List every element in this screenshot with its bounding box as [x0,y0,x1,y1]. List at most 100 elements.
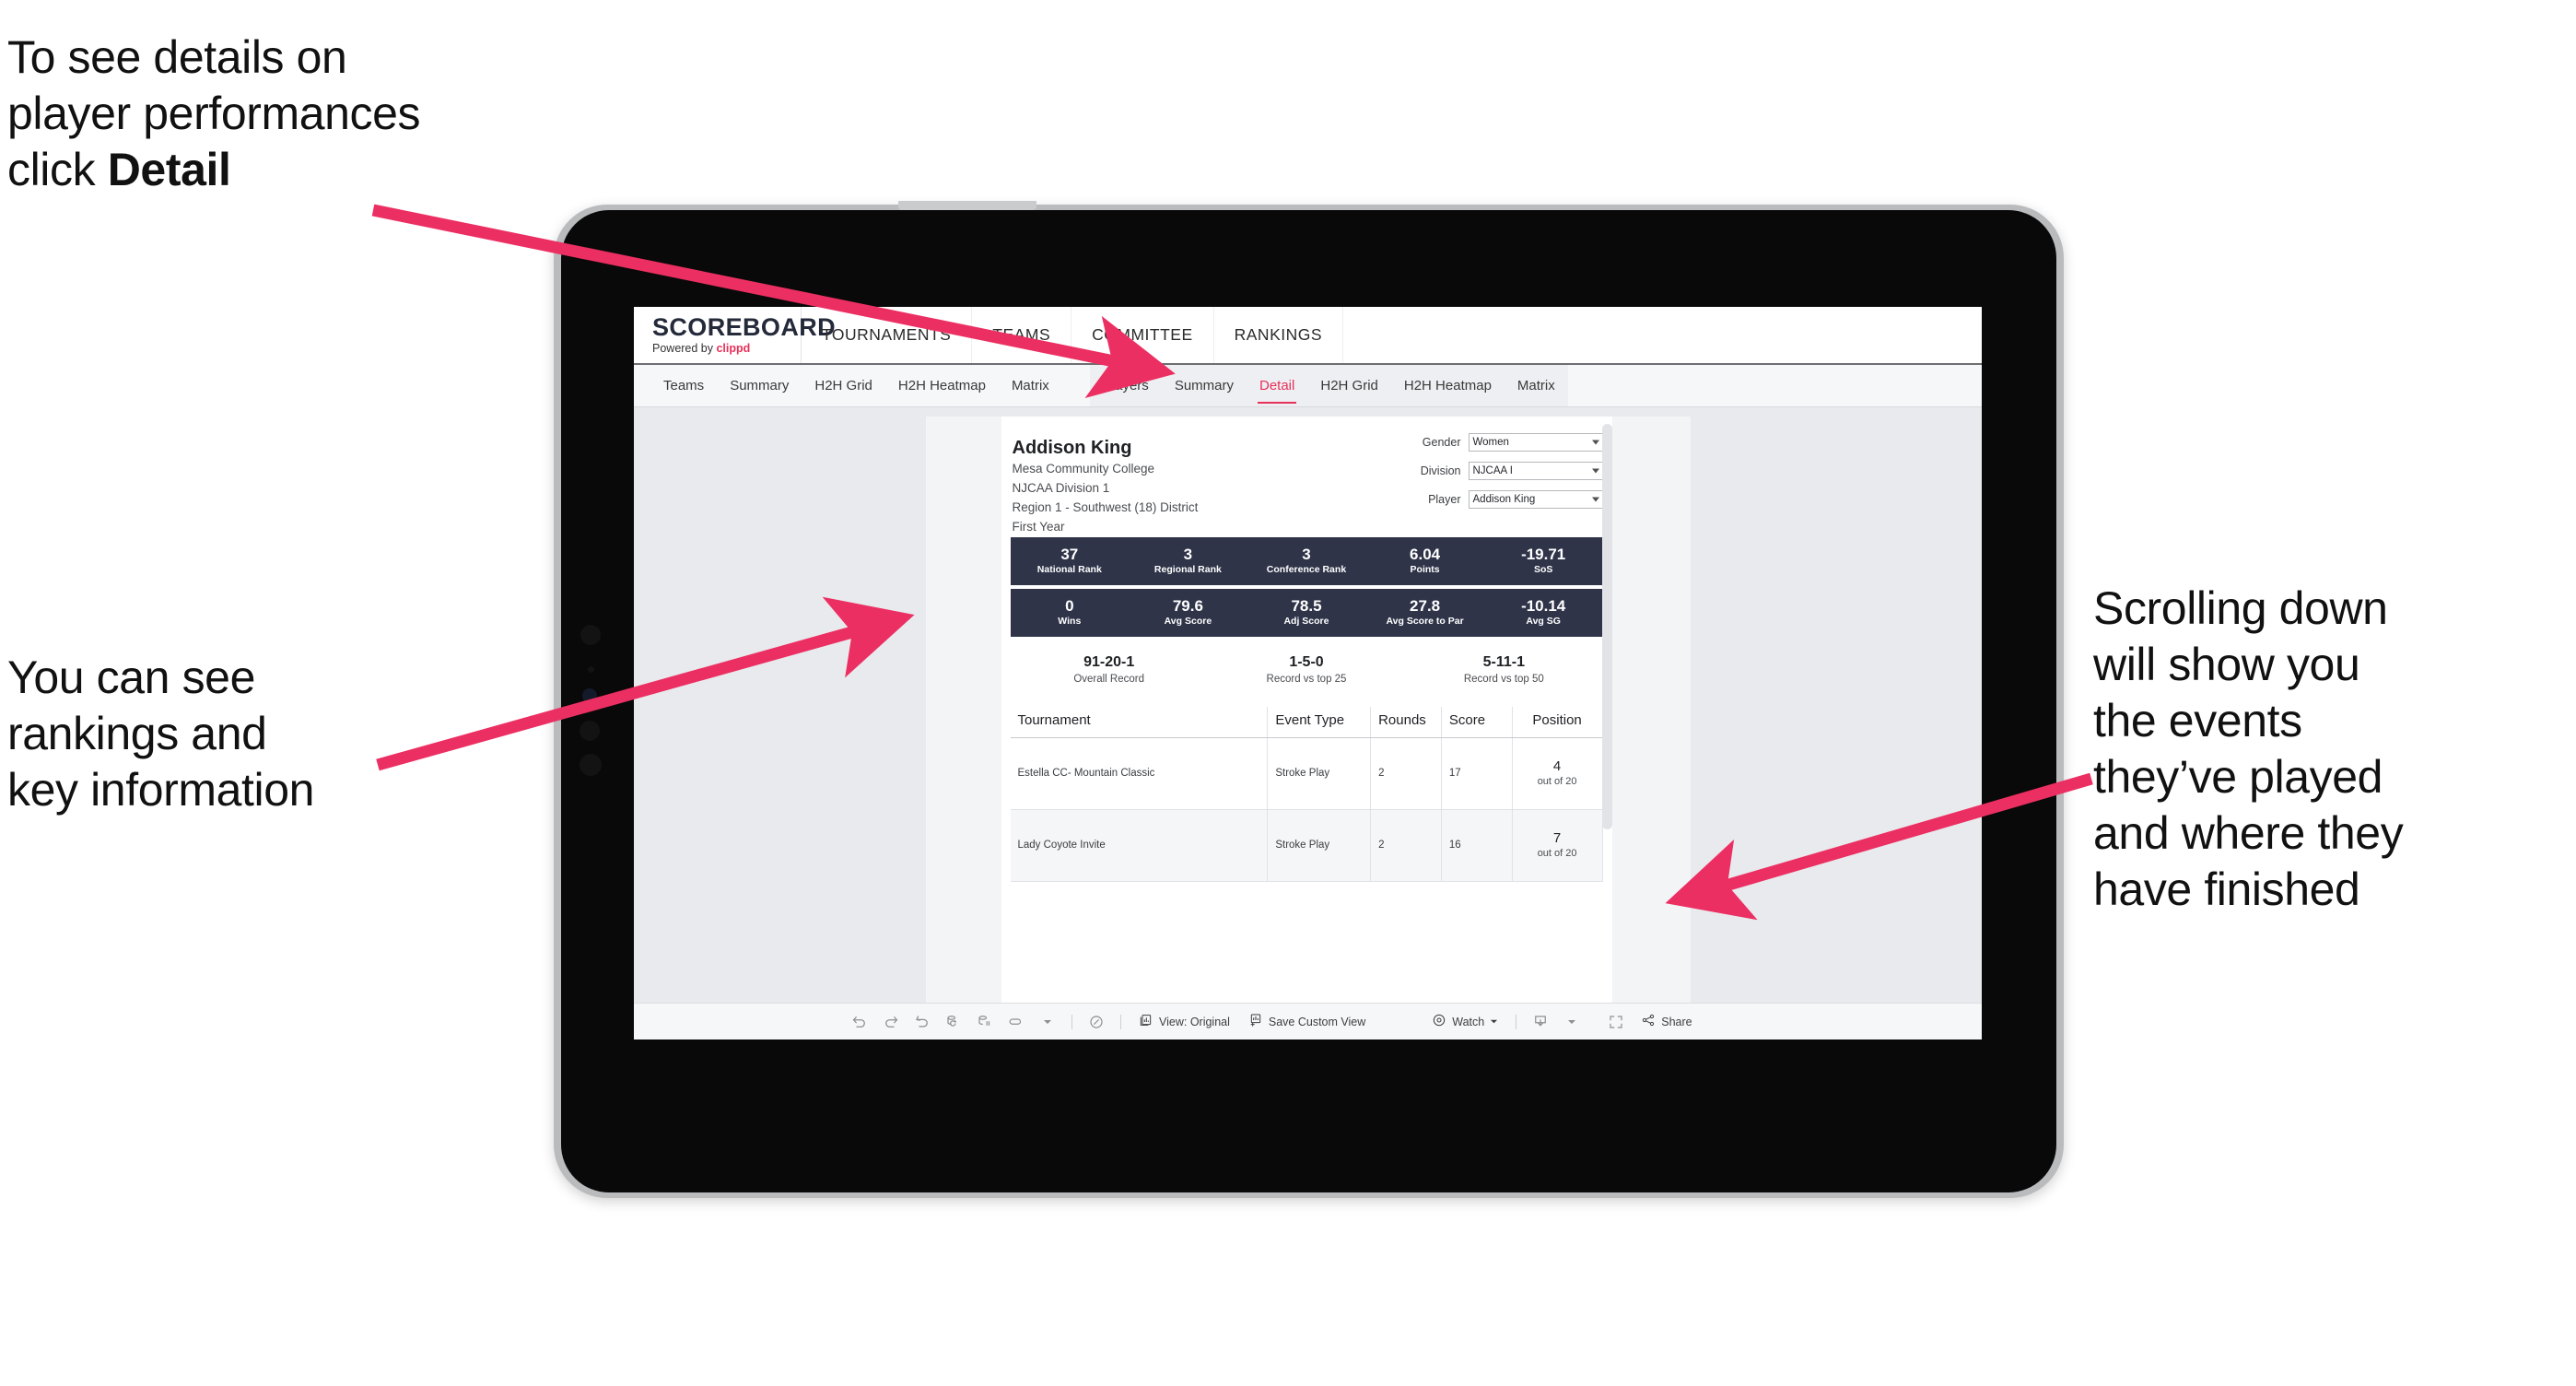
share-label: Share [1661,1015,1692,1028]
share-button[interactable]: Share [1632,1013,1701,1030]
records-row: 91-20-1 Overall Record 1-5-0 Record vs t… [1011,653,1603,687]
stat-label: Conference Rank [1266,563,1347,575]
chevron-down-icon[interactable] [1556,1006,1587,1038]
stat-value: 0 [1065,597,1074,616]
tab-players-h2h-grid[interactable]: H2H Grid [1307,365,1391,406]
revert-icon[interactable] [907,1006,938,1038]
stat-value: 78.5 [1291,597,1322,616]
position-value: 4 [1552,758,1562,775]
tab-players-h2h-heatmap[interactable]: H2H Heatmap [1391,365,1505,406]
stat-avg-score: 79.6 Avg Score [1129,597,1247,628]
watch-button[interactable]: Watch [1423,1013,1507,1030]
tablet-camera-dot [580,625,601,645]
share-icon [1641,1013,1656,1030]
top-nav-items: TOURNAMENTS TEAMS COMMITTEE RANKINGS [802,307,1344,363]
watch-label: Watch [1452,1015,1485,1028]
tab-teams-summary[interactable]: Summary [717,365,802,406]
tab-players[interactable]: Players [1090,365,1162,406]
undo-icon[interactable] [844,1006,875,1038]
tab-players-matrix[interactable]: Matrix [1505,365,1568,406]
stat-wins: 0 Wins [1011,597,1130,628]
view-original-label: View: Original [1159,1015,1230,1028]
download-icon[interactable] [1525,1006,1556,1038]
stat-national-rank: 37 National Rank [1011,546,1130,576]
tablet-top-notch [898,201,1036,210]
tab-teams-matrix[interactable]: Matrix [999,365,1062,406]
annotation-line: player performances [7,88,421,139]
chevron-down-icon[interactable] [1032,1006,1063,1038]
browser-viewport: SCOREBOARD Powered by clippd TOURNAMENTS… [634,307,1982,1040]
stat-regional-rank: 3 Regional Rank [1129,546,1247,576]
nav-item-committee[interactable]: COMMITTEE [1071,307,1214,363]
annotation-line: the events [2093,695,2302,746]
stat-points: 6.04 Points [1365,546,1484,576]
record-value: 5-11-1 [1482,653,1525,670]
gender-dropdown[interactable]: Women [1468,433,1605,452]
vertical-scrollbar[interactable] [1601,424,1612,829]
table-row[interactable]: Estella CC- Mountain Classic Stroke Play… [1010,737,1603,810]
scoreboard-logo[interactable]: SCOREBOARD Powered by clippd [634,307,836,363]
column-header-tournament[interactable]: Tournament [1010,706,1269,738]
record-overall: 91-20-1 Overall Record [1011,653,1208,687]
tab-teams-h2h-heatmap[interactable]: H2H Heatmap [885,365,999,406]
position-field-size: out of 20 [1537,848,1577,860]
cell-event-type: Stroke Play [1267,809,1372,882]
tab-players-summary[interactable]: Summary [1162,365,1247,406]
stat-value: 6.04 [1410,546,1441,564]
highlight-icon[interactable] [1081,1006,1112,1038]
view-original-button[interactable]: View: Original [1130,1013,1239,1030]
column-header-event-type[interactable]: Event Type [1267,706,1372,738]
table-header-row: Tournament Event Type Rounds Score Posit… [1010,706,1603,738]
tab-teams-h2h-grid[interactable]: H2H Grid [802,365,885,406]
stat-sos: -19.71 SoS [1484,546,1603,576]
stat-avg-sg: -10.14 Avg SG [1484,597,1603,628]
redo-icon[interactable] [875,1006,907,1038]
annotation-emphasis: Detail [107,144,231,195]
refresh-data-icon[interactable] [938,1006,969,1038]
watch-eye-icon [1432,1013,1446,1030]
tablet-sensor-dot [588,666,594,673]
logo-subtitle: Powered by clippd [652,343,801,355]
column-header-score[interactable]: Score [1441,706,1513,738]
annotation-line: will show you [2093,639,2360,690]
dashboard-area: Addison King Mesa Community College NJCA… [634,407,1982,1040]
annotation-line: key information [7,764,315,816]
pause-updates-icon[interactable] [969,1006,1001,1038]
stat-value: -19.71 [1521,546,1566,564]
nav-item-tournaments[interactable]: TOURNAMENTS [802,307,973,363]
player-dropdown[interactable]: Addison King [1468,490,1605,509]
stat-conference-rank: 3 Conference Rank [1247,546,1366,576]
cell-position: 4 out of 20 [1512,737,1603,810]
save-view-icon [1248,1013,1263,1030]
nav-item-teams[interactable]: TEAMS [972,307,1072,363]
clear-filters-icon[interactable] [1001,1006,1032,1038]
cell-rounds: 2 [1370,809,1442,882]
filter-division-label: Division [1420,464,1461,477]
sub-tab-group-players: Players Summary Detail H2H Grid H2H Heat… [1089,365,1568,406]
stats-row-primary: 37 National Rank 3 Regional Rank 3 Confe… [1010,536,1603,585]
stat-value: 79.6 [1172,597,1203,616]
toolbar-divider [1120,1014,1121,1029]
nav-item-rankings[interactable]: RANKINGS [1214,307,1344,363]
top-navigation-bar: SCOREBOARD Powered by clippd TOURNAMENTS… [634,307,1982,365]
sub-tab-group-teams: Teams Summary H2H Grid H2H Heatmap Matri… [650,365,1062,406]
fullscreen-icon[interactable] [1600,1006,1632,1038]
stat-adj-score: 78.5 Adj Score [1247,597,1366,628]
division-dropdown[interactable]: NJCAA I [1468,462,1605,480]
annotation-line: have finished [2093,863,2360,915]
logo-brand-name: clippd [716,342,751,356]
column-header-rounds[interactable]: Rounds [1370,706,1442,738]
column-header-position[interactable]: Position [1512,706,1603,738]
save-custom-view-button[interactable]: Save Custom View [1239,1013,1375,1030]
record-vs-top-25: 1-5-0 Record vs top 25 [1208,653,1405,687]
cell-rounds: 2 [1370,737,1442,810]
annotation-line: rankings and [7,708,267,759]
tablet-sensor-dot [580,721,600,741]
cell-score: 16 [1441,809,1513,882]
tab-teams[interactable]: Teams [650,365,717,406]
gender-dropdown-value: Women [1472,437,1509,448]
tab-players-detail[interactable]: Detail [1247,365,1307,406]
annotation-line: You can see [7,652,255,703]
dashboard-sheet: Addison King Mesa Community College NJCA… [925,417,1691,1025]
table-row[interactable]: Lady Coyote Invite Stroke Play 2 16 7 ou… [1010,809,1603,882]
